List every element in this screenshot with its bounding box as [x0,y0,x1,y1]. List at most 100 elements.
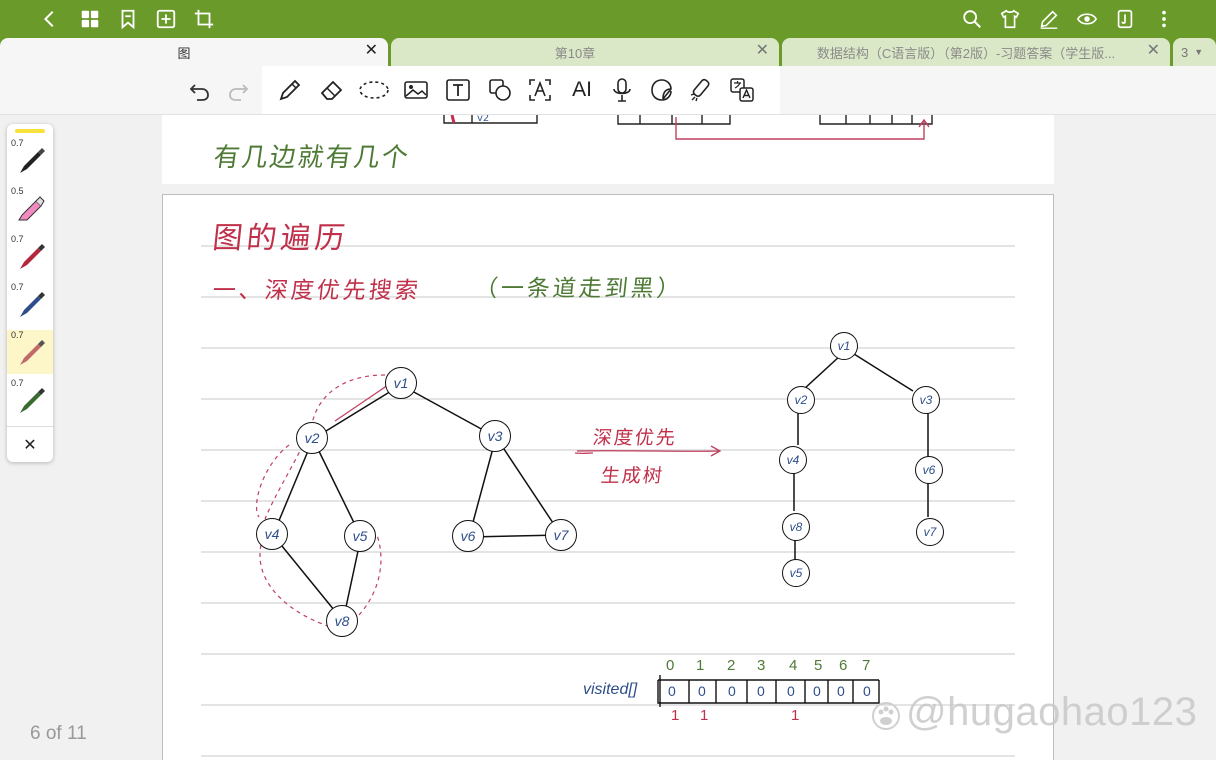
graph-node-v8: v8 [326,605,358,637]
graph-node-v5: v5 [344,520,376,552]
redo-icon[interactable] [224,76,252,104]
visited-value-4: 0 [787,683,795,699]
visited-value-3: 0 [757,683,765,699]
undo-icon[interactable] [186,76,214,104]
visited-index-5: 5 [814,657,823,674]
shapes-icon[interactable] [486,76,514,104]
highlighter-swatch[interactable] [15,129,45,133]
microphone-icon[interactable] [608,76,636,104]
ai-tool-label: AI [572,78,592,101]
arrow-label-dfs: 深度优先 [591,427,679,449]
tab-answers[interactable]: 数据结构（C语言版）（第2版）-习题答案（学生版... ✕ [782,38,1170,66]
pen-preset-4[interactable]: 0.7 [7,282,53,326]
tab-label: 第10章 [554,45,596,61]
app-top-bar [0,0,1216,38]
tab-label: 数据结构（C语言版）（第2版）-习题答案（学生版... [816,45,1116,61]
visited-value-1: 0 [698,683,706,699]
tab-graph[interactable]: 图 ✕ [0,38,388,66]
graph-node-v2: v2 [296,422,328,454]
document-tabs: 图 ✕ 第10章 ✕ 数据结构（C语言版）（第2版）-习题答案（学生版... ✕… [0,38,1216,66]
tab-chapter-10[interactable]: 第10章 ✕ [391,38,779,66]
image-icon[interactable] [402,76,430,104]
notebook-icon[interactable] [1113,7,1137,31]
tree-node-v5: v5 [782,559,810,587]
laser-pointer-icon[interactable] [688,76,716,104]
pen-preset-6[interactable]: 0.7 [7,378,53,422]
tree-node-v6: v6 [915,456,943,484]
tree-node-v7: v7 [916,518,944,546]
more-options-icon[interactable] [1152,7,1176,31]
pen-preset-5-selected[interactable]: 0.7 [7,330,53,374]
edit-pen-icon[interactable] [1037,7,1061,31]
crop-icon[interactable] [192,7,216,31]
tree-node-v1: v1 [830,332,858,360]
visited-value-7: 0 [863,683,871,699]
eraser-icon[interactable] [318,76,346,104]
graph-node-v3: v3 [479,420,511,452]
watermark-text: @hugaohao123 [906,690,1198,734]
note-canvas[interactable]: v2 有几边就有几个 图的遍历 一、深度优先搜索 （一条道走到黑） v1 v2 … [0,115,1216,760]
visited-index-6: 6 [839,657,848,674]
pen-preset-3[interactable]: 0.7 [7,234,53,278]
graph-node-v6: v6 [452,520,484,552]
tree-node-v8: v8 [782,513,810,541]
arrow-label-tree: 生成树 [599,465,666,487]
close-pen-case-icon[interactable]: ✕ [7,432,53,458]
visited-index-0: 0 [666,657,675,674]
tab-close-icon[interactable]: ✕ [756,43,769,59]
tab-overflow[interactable]: 3 ▼ [1173,38,1216,66]
theme-shirt-icon[interactable] [998,7,1022,31]
visited-mark-1: 1 [700,707,709,724]
tree-node-v4: v4 [779,446,807,474]
search-icon[interactable] [960,7,984,31]
ballpoint-pen-icon [20,244,45,269]
ballpoint-pen-icon [20,388,45,413]
page-indicator: 6 of 11 [30,723,87,744]
ballpoint-pen-icon [20,292,45,317]
graph-node-v1: v1 [385,367,417,399]
visited-array-label: visited[] [583,681,638,698]
svg-text:v2: v2 [477,115,489,124]
previous-page-note: 有几边就有几个 [211,143,412,173]
sticker-icon[interactable] [648,76,676,104]
bookmark-icon[interactable] [116,7,140,31]
watermark-logo-icon [872,702,900,730]
chevron-down-icon: ▼ [1194,47,1204,57]
visited-index-1: 1 [696,657,705,674]
tab-close-icon[interactable]: ✕ [365,43,378,59]
lasso-icon[interactable] [358,76,390,104]
pencil-icon [20,340,45,365]
note-page: 图的遍历 一、深度优先搜索 （一条道走到黑） v1 v2 v3 v4 v5 v6… [162,194,1054,760]
visited-value-6: 0 [837,683,845,699]
tab-label: 图 [177,45,191,61]
tab-count: 3 [1181,44,1189,60]
pen-preset-1[interactable]: 0.7 [7,138,53,182]
graph-node-v4: v4 [256,518,288,550]
back-icon[interactable] [38,7,62,31]
visited-index-3: 3 [757,657,766,674]
ai-tool-button[interactable]: AI [566,76,598,104]
translate-icon[interactable] [728,76,756,104]
graph-node-v7: v7 [545,519,577,551]
tab-close-icon[interactable]: ✕ [1147,43,1160,59]
visited-value-5: 0 [813,683,821,699]
grid-view-icon[interactable] [78,7,102,31]
visited-value-0: 0 [668,683,676,699]
highlighter-icon [18,196,45,221]
visited-index-7: 7 [862,657,871,674]
tree-node-v3: v3 [912,386,940,414]
visited-index-2: 2 [727,657,736,674]
pen-preset-2[interactable]: 0.5 [7,186,53,230]
pen-case-panel: 0.7 0.5 0.7 0.7 0.7 0.7 ✕ [7,124,53,462]
previous-page: v2 有几边就有几个 [162,115,1054,184]
divider [7,426,53,427]
text-box-icon[interactable] [444,76,472,104]
eye-icon[interactable] [1075,7,1099,31]
pen-tool-icon[interactable] [276,76,304,104]
visited-value-2: 0 [728,683,736,699]
text-recognition-icon[interactable] [526,76,554,104]
add-page-icon[interactable] [154,7,178,31]
visited-mark-0: 1 [671,707,680,724]
tree-node-v2: v2 [787,386,815,414]
drawing-toolbar: AI [0,66,1216,115]
